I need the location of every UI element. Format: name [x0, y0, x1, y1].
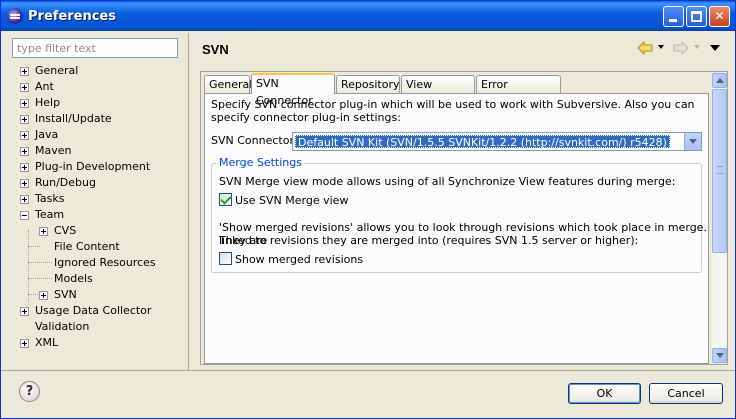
filter-input[interactable]	[12, 38, 178, 58]
maximize-icon	[691, 11, 702, 22]
tree-item-label: XML	[35, 336, 59, 349]
chevron-down-icon[interactable]	[684, 133, 701, 150]
merge-mode-text: SVN Merge view mode allows using of all …	[219, 175, 676, 188]
tree-item-label: Help	[35, 96, 61, 109]
tree-connector	[28, 262, 52, 263]
back-history-dropdown-icon[interactable]	[658, 45, 664, 49]
tree-item-label: Java	[35, 128, 59, 141]
title-bar[interactable]: Preferences ✕	[1, 1, 735, 31]
tree-item-label: General	[35, 64, 79, 77]
svn-connector-value: Default SVN Kit (SVN/1.5.5 SVNKit/1.2.2 …	[295, 135, 670, 149]
cancel-button[interactable]: Cancel	[649, 383, 723, 404]
tree-item-label: Tasks	[35, 192, 65, 205]
svn-connector-select[interactable]: Default SVN Kit (SVN/1.5.5 SVNKit/1.2.2 …	[292, 132, 702, 151]
expand-icon[interactable]	[39, 227, 48, 236]
tree-item-label: Maven	[35, 144, 72, 157]
expand-icon[interactable]	[20, 99, 29, 108]
window-title: Preferences	[28, 9, 116, 24]
use-merge-view-checkbox[interactable]	[219, 193, 232, 206]
tree-item-label: Validation	[35, 320, 90, 333]
close-button[interactable]: ✕	[709, 6, 730, 27]
scroll-down-icon[interactable]	[712, 348, 727, 363]
expand-icon[interactable]	[20, 195, 29, 204]
tab-view-settings[interactable]: View Settings	[401, 75, 475, 108]
tab-repository[interactable]: Repository	[336, 75, 400, 94]
page-title: SVN	[202, 42, 229, 57]
ok-button[interactable]: OK	[568, 383, 641, 404]
expand-icon[interactable]	[20, 163, 29, 172]
expand-icon[interactable]	[20, 131, 29, 140]
expand-icon[interactable]	[20, 83, 29, 92]
merge-settings-title: Merge Settings	[217, 156, 304, 169]
tree-item-label: Ant	[35, 80, 54, 93]
expand-icon[interactable]	[20, 307, 29, 316]
expand-icon[interactable]	[20, 115, 29, 124]
eclipse-icon	[7, 8, 23, 24]
tree-item-label: Ignored Resources	[54, 256, 156, 269]
scroll-up-icon[interactable]	[712, 73, 727, 88]
expand-icon[interactable]	[20, 67, 29, 76]
svn-connector-label: SVN Connector:	[211, 134, 298, 147]
tree-connector	[28, 246, 40, 247]
view-menu-icon[interactable]	[710, 45, 720, 51]
show-merged-revisions-label[interactable]: Show merged revisions	[235, 253, 363, 266]
tree-item-label: Plug-in Development	[35, 160, 151, 173]
vertical-scrollbar[interactable]	[712, 73, 727, 363]
tree-item-label: Usage Data Collector	[35, 304, 152, 317]
minimize-button[interactable]	[663, 6, 684, 27]
maximize-button[interactable]	[686, 6, 707, 27]
tab-error-reporting[interactable]: Error Reporting	[476, 75, 561, 108]
tree-connector	[28, 278, 52, 279]
back-arrow-icon[interactable]	[637, 41, 653, 55]
merged-revisions-text-2: linked to revisions they are merged into…	[219, 234, 639, 247]
button-bar-divider	[1, 370, 735, 371]
tree-connector	[28, 230, 29, 302]
preferences-window: Preferences ✕ General Ant Help Install/U…	[0, 0, 736, 419]
preference-tree: General Ant Help Install/Update Java Mav…	[10, 62, 188, 368]
forward-history-dropdown-icon	[694, 45, 700, 49]
expand-icon[interactable]	[20, 147, 29, 156]
tab-general[interactable]: General	[204, 75, 252, 94]
tab-svn-connector[interactable]: SVN Connector	[251, 73, 335, 107]
tree-item-label: Models	[54, 272, 93, 285]
tree-item-label: File Content	[54, 240, 120, 253]
tree-item-label: Team	[35, 208, 65, 221]
forward-arrow-icon	[673, 41, 689, 55]
expand-icon[interactable]	[20, 179, 29, 188]
expand-icon[interactable]	[39, 291, 48, 300]
tree-item-label: SVN	[52, 287, 79, 303]
collapse-icon[interactable]	[20, 211, 29, 220]
help-icon[interactable]: ?	[19, 381, 40, 402]
tree-item-label: CVS	[54, 224, 77, 237]
pane-splitter[interactable]	[188, 33, 189, 370]
show-merged-revisions-checkbox[interactable]	[219, 252, 232, 265]
tree-item-label: Run/Debug	[35, 176, 96, 189]
minimize-icon	[669, 19, 677, 22]
expand-icon[interactable]	[20, 339, 29, 348]
close-icon: ✕	[714, 9, 725, 23]
tree-item-label: Install/Update	[35, 112, 112, 125]
use-merge-view-label[interactable]: Use SVN Merge view	[235, 194, 348, 207]
